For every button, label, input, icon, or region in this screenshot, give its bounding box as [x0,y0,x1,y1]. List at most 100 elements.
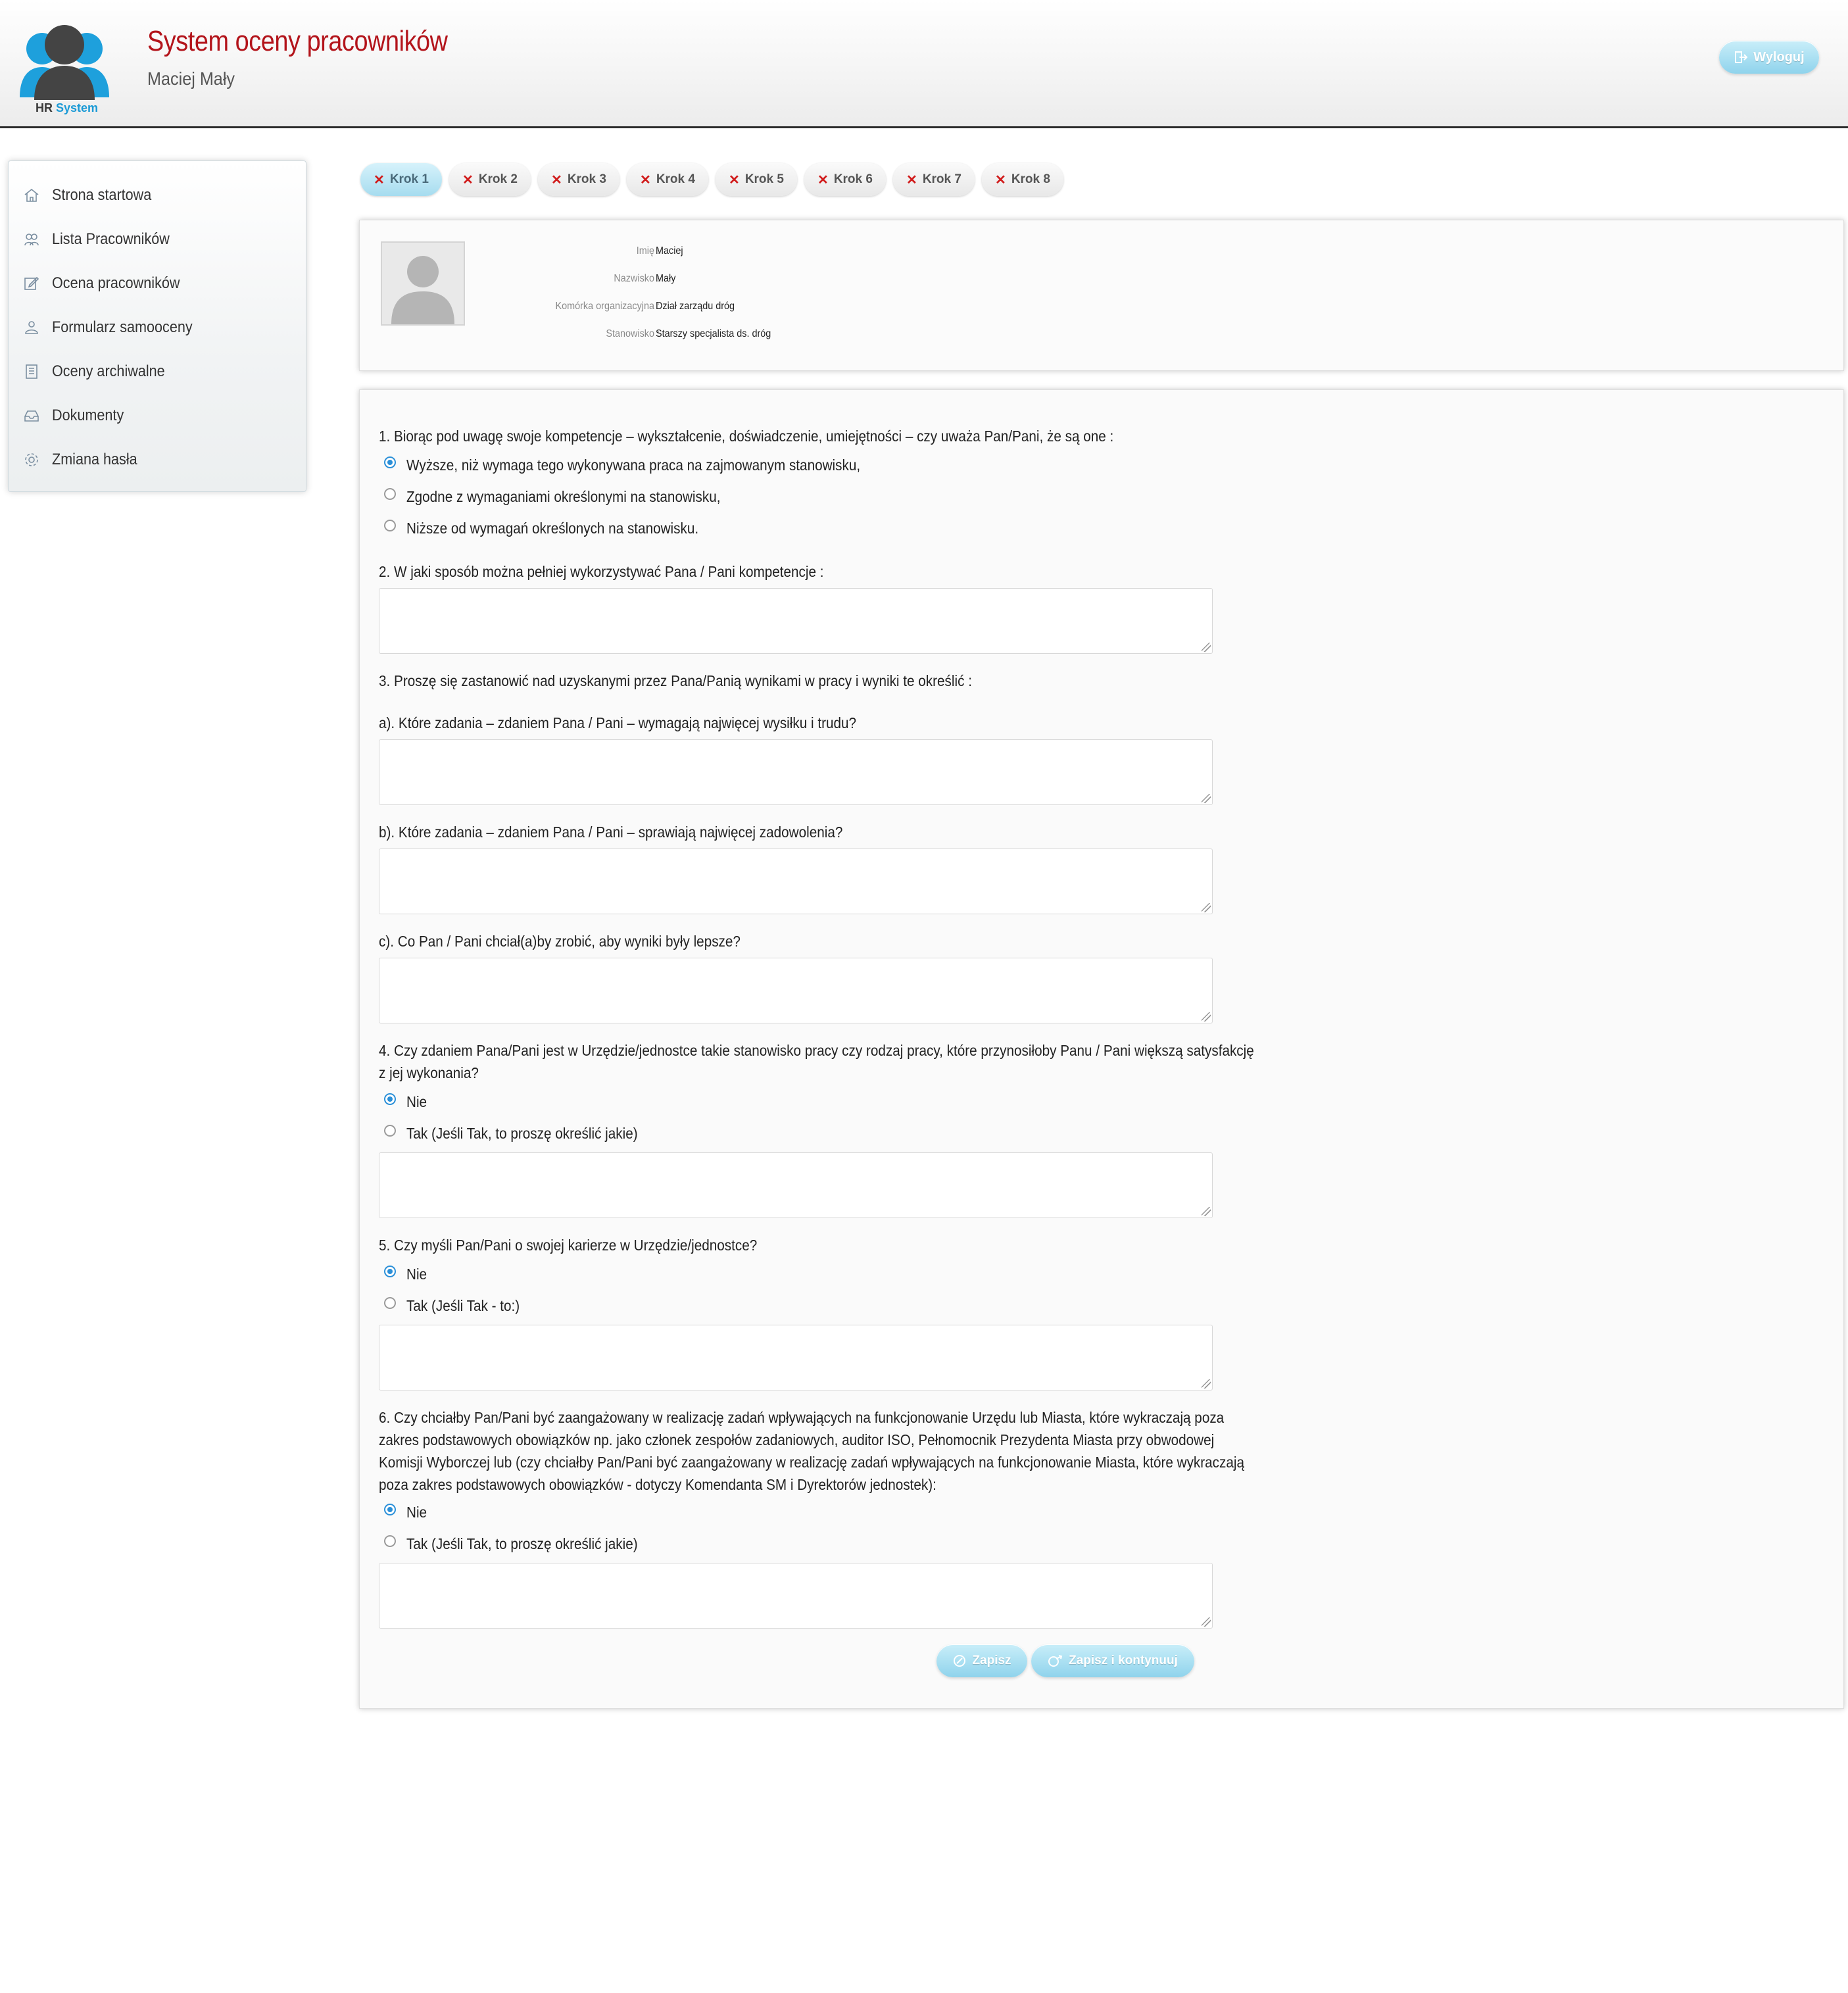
logout-icon [1735,51,1748,63]
first-name-value: Maciej [656,245,683,257]
sidebar-menu: Strona startowa Lista Pracowników Ocena … [8,160,306,492]
current-user-name: Maciej Mały [147,68,235,89]
tab-label: Krok 1 [389,172,429,186]
question-4-line-2: z jej wykonania? [379,1064,479,1081]
tab-label: Krok 5 [744,172,784,186]
logo-text: HR System [36,101,98,115]
users-icon [24,234,39,246]
gear-icon [25,453,38,466]
resize-grip-icon[interactable] [1202,643,1211,652]
question-6-line-2: zakres podstawowych obowiązków np. jako … [379,1431,1215,1448]
tab-step-1[interactable]: ✕ Krok 1 [360,163,442,196]
tab-step-8[interactable]: ✕ Krok 8 [982,163,1063,196]
sidebar-item-change-password[interactable]: Zmiana hasła [23,447,147,473]
sidebar-item-employee-list[interactable]: Lista Pracowników [23,226,183,253]
first-name-label: Imię : [636,245,660,257]
q5-option-yes-label: Tak (Jeśli Tak - to:) [406,1297,520,1314]
tab-step-4[interactable]: ✕ Krok 4 [627,163,708,196]
sidebar-item-label: Oceny archiwalne [52,362,165,380]
sidebar-item-documents[interactable]: Dokumenty [23,403,132,429]
tab-step-3[interactable]: ✕ Krok 3 [538,163,620,196]
question-1: 1. Biorąc pod uwagę swoje kompetencje – … [379,428,1114,445]
save-and-continue-button[interactable]: Zapisz i kontynuuj [1031,1644,1194,1677]
tab-step-2[interactable]: ✕ Krok 2 [449,163,531,196]
q6-option-yes-radio[interactable] [384,1535,396,1547]
sidebar-item-home[interactable]: Strona startowa [23,182,162,209]
tab-label: Krok 3 [567,172,606,186]
q5-option-no-label: Nie [406,1266,427,1283]
logout-button[interactable]: Wyloguj [1719,41,1819,74]
error-x-icon: ✕ [817,172,829,187]
q3b-textarea[interactable] [379,849,1213,914]
error-x-icon: ✕ [995,172,1006,187]
sidebar-item-label: Strona startowa [52,186,152,204]
q2-textarea[interactable] [379,588,1213,654]
error-x-icon: ✕ [462,172,474,187]
org-unit-value: Dział zarządu dróg [656,301,735,312]
q4-option-no-label: Nie [406,1093,427,1110]
q4-option-no-radio[interactable] [384,1093,396,1105]
sidebar-item-self-assessment[interactable]: Formularz samooceny [23,314,208,341]
last-name-value: Mały [656,273,676,284]
app-header: HR System System oceny pracowników Macie… [0,0,1848,128]
error-x-icon: ✕ [640,172,651,187]
q6-textarea[interactable] [379,1563,1213,1629]
question-2: 2. W jaki sposób można pełniej wykorzyst… [379,563,824,580]
logo-text-accent: System [56,101,99,114]
q4-option-yes-radio[interactable] [384,1125,396,1137]
question-3c: c). Co Pan / Pani chciał(a)by zrobić, ab… [379,933,741,950]
q5-textarea[interactable] [379,1325,1213,1390]
tab-step-7[interactable]: ✕ Krok 7 [893,163,975,196]
q4-textarea[interactable] [379,1152,1213,1218]
employee-info-panel: Imię : Maciej Nazwisko : Mały Komórka or… [359,220,1844,371]
resize-grip-icon[interactable] [1202,1617,1211,1627]
resize-grip-icon[interactable] [1202,794,1211,803]
sidebar-item-archive[interactable]: Oceny archiwalne [23,358,178,385]
tab-step-5[interactable]: ✕ Krok 5 [716,163,797,196]
resize-grip-icon[interactable] [1202,1012,1211,1021]
sidebar-item-label: Zmiana hasła [52,451,137,468]
question-4-line-1: 4. Czy zdaniem Pana/Pani jest w Urzędzie… [379,1042,1254,1059]
home-icon [24,188,39,202]
save-and-continue-label: Zapisz i kontynuuj [1069,1654,1178,1667]
question-6-line-1: 6. Czy chciałby Pan/Pani być zaangażowan… [379,1409,1225,1426]
q1-option-1-radio[interactable] [384,456,396,468]
error-x-icon: ✕ [906,172,917,187]
avatar [381,241,465,326]
resize-grip-icon[interactable] [1202,1207,1211,1216]
question-3a: a). Które zadania – zdaniem Pana / Pani … [379,714,857,731]
position-label: Stanowisko : [606,328,660,339]
sidebar-item-label: Formularz samooceny [52,318,193,336]
tab-label: Krok 6 [833,172,873,186]
question-6-line-3: Komisji Wyborczej lub (czy chciałby Pan/… [379,1454,1245,1471]
q6-option-no-label: Nie [406,1504,427,1521]
tab-label: Krok 7 [922,172,961,186]
inbox-icon [24,410,39,422]
tab-label: Krok 2 [478,172,518,186]
save-button-label: Zapisz [972,1654,1011,1667]
app-title: System oceny pracowników [147,25,448,57]
question-5: 5. Czy myśli Pan/Pani o swojej karierze … [379,1237,758,1254]
sidebar-item-evaluation[interactable]: Ocena pracowników [23,270,194,297]
q1-option-2-label: Zgodne z wymaganiami określonymi na stan… [406,488,721,505]
q5-option-no-radio[interactable] [384,1266,396,1277]
q5-option-yes-radio[interactable] [384,1297,396,1309]
resize-grip-icon[interactable] [1202,903,1211,912]
q1-option-3-radio[interactable] [384,520,396,531]
q1-option-2-radio[interactable] [384,488,396,500]
q3a-textarea[interactable] [379,739,1213,805]
edit-icon [24,276,39,290]
resize-grip-icon[interactable] [1202,1379,1211,1389]
q3c-textarea[interactable] [379,958,1213,1023]
sidebar-item-label: Lista Pracowników [52,230,170,248]
tab-label: Krok 4 [656,172,695,186]
tab-step-6[interactable]: ✕ Krok 6 [804,163,886,196]
q6-option-yes-label: Tak (Jeśli Tak, to proszę określić jakie… [406,1535,638,1552]
save-icon [954,1655,966,1667]
q6-option-no-radio[interactable] [384,1504,396,1515]
error-x-icon: ✕ [729,172,740,187]
q1-option-3-label: Niższe od wymagań określonych na stanowi… [406,520,699,537]
save-button[interactable]: Zapisz [936,1644,1027,1677]
logo-text-main: HR [36,101,53,114]
last-name-label: Nazwisko : [614,273,660,284]
